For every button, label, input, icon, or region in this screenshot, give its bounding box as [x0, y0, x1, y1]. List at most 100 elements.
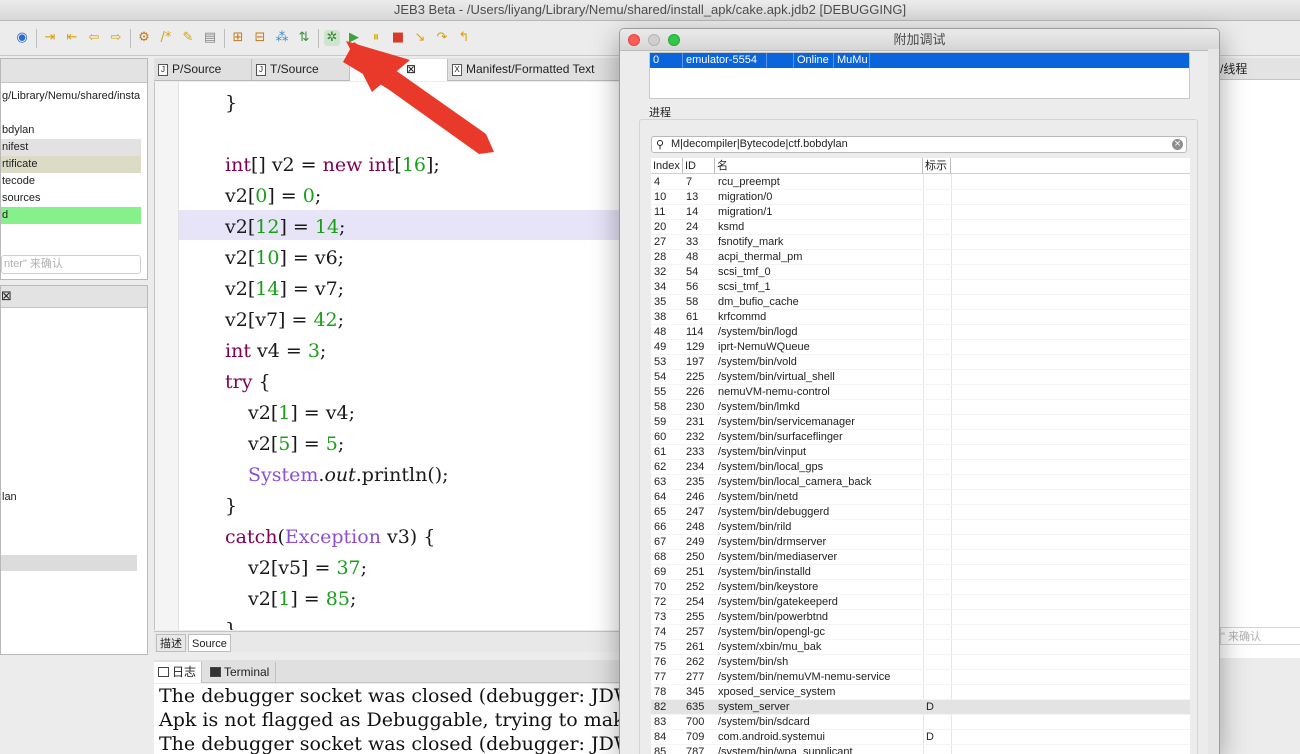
- zoom-window-button[interactable]: [668, 34, 680, 46]
- tree-item[interactable]: bdylan: [1, 122, 141, 139]
- tree-item[interactable]: lan: [1, 489, 141, 506]
- tab-log[interactable]: 日志: [154, 662, 202, 683]
- process-name: /system/bin/keystore: [718, 581, 819, 593]
- process-row[interactable]: 77 277/system/bin/nemuVM-nemu-service: [651, 670, 1190, 685]
- tab-source[interactable]: Source: [188, 634, 231, 652]
- process-row[interactable]: 20 24 ksmd: [651, 220, 1190, 235]
- selected-row[interactable]: [1, 555, 137, 571]
- stop-icon[interactable]: ■: [390, 30, 406, 46]
- process-row[interactable]: 35 58 dm_bufio_cache: [651, 295, 1190, 310]
- process-row[interactable]: 84 709 com.android.systemui D: [651, 730, 1190, 745]
- debug-bug-icon[interactable]: ✲: [324, 30, 340, 46]
- process-row[interactable]: 38 61 krfcommd: [651, 310, 1190, 325]
- process-row[interactable]: 34 56 scsi_tmf_1: [651, 280, 1190, 295]
- globe-icon[interactable]: ◉: [14, 30, 30, 46]
- threads-panel-header[interactable]: /线程: [1220, 58, 1300, 80]
- minimize-window-button[interactable]: [648, 34, 660, 46]
- process-row[interactable]: 61 233/system/bin/vinput: [651, 445, 1190, 460]
- process-id: 114: [686, 326, 704, 338]
- project-filter-input[interactable]: nter" 来确认: [1, 255, 141, 274]
- process-row[interactable]: 27 33 fsnotify_mark: [651, 235, 1190, 250]
- close-window-button[interactable]: [628, 34, 640, 46]
- sort-icon[interactable]: ⇅: [296, 30, 312, 46]
- tab-t-source[interactable]: J T/Source: [252, 59, 350, 81]
- process-row[interactable]: 11 14 migration/1: [651, 205, 1190, 220]
- process-row[interactable]: 75 261/system/xbin/mu_bak: [651, 640, 1190, 655]
- process-row[interactable]: 69 251/system/bin/installd: [651, 565, 1190, 580]
- step-into-icon[interactable]: ↘: [412, 30, 428, 46]
- process-row[interactable]: 58 230/system/bin/lmkd: [651, 400, 1190, 415]
- tab-source-active[interactable]: ource ⊠: [350, 59, 448, 81]
- clear-search-icon[interactable]: ×: [1172, 139, 1183, 150]
- process-row[interactable]: 67 249/system/bin/drmserver: [651, 535, 1190, 550]
- log-line: Apk is not flagged as Debuggable, trying…: [159, 709, 624, 731]
- tree-item[interactable]: d: [1, 207, 141, 224]
- process-row[interactable]: 62 234/system/bin/local_gps: [651, 460, 1190, 475]
- process-row[interactable]: 54 225/system/bin/virtual_shell: [651, 370, 1190, 385]
- process-row[interactable]: 28 48 acpi_thermal_pm: [651, 250, 1190, 265]
- process-row[interactable]: 72 254/system/bin/gatekeeperd: [651, 595, 1190, 610]
- process-row[interactable]: 48 114/system/bin/logd: [651, 325, 1190, 340]
- project-path[interactable]: g/Library/Nemu/shared/insta: [1, 88, 141, 105]
- step-return-icon[interactable]: ↰: [456, 30, 472, 46]
- process-row[interactable]: 82 635 system_server D: [651, 700, 1190, 715]
- export-icon[interactable]: ⇥: [42, 30, 58, 46]
- tree-item[interactable]: nifest: [1, 139, 141, 156]
- import-icon[interactable]: ⇤: [64, 30, 80, 46]
- run-icon[interactable]: ▶: [346, 30, 362, 46]
- process-row[interactable]: 32 54 scsi_tmf_0: [651, 265, 1190, 280]
- tree-item[interactable]: rtificate: [1, 156, 141, 173]
- process-row[interactable]: 60 232/system/bin/surfaceflinger: [651, 430, 1190, 445]
- threads-filter-input[interactable]: " 来确认: [1220, 627, 1300, 645]
- back-icon[interactable]: ⇦: [86, 30, 102, 46]
- process-row[interactable]: 76 262/system/bin/sh: [651, 655, 1190, 670]
- log-console[interactable]: The debugger socket was closed (debugger…: [154, 684, 624, 754]
- process-row[interactable]: 65 247/system/bin/debuggerd: [651, 505, 1190, 520]
- process-id: 255: [686, 611, 705, 623]
- process-row[interactable]: 55 226 nemuVM-nemu-control: [651, 385, 1190, 400]
- process-row[interactable]: 66 248/system/bin/rild: [651, 520, 1190, 535]
- process-row[interactable]: 4 7 rcu_preempt: [651, 175, 1190, 190]
- close-icon[interactable]: ⊠: [1, 289, 12, 304]
- grid-icon[interactable]: ⊞: [230, 30, 246, 46]
- dialog-scrollbar[interactable]: [1208, 49, 1219, 754]
- process-row[interactable]: 53 197/system/bin/vold: [651, 355, 1190, 370]
- step-over-icon[interactable]: ↷: [434, 30, 450, 46]
- tab-manifest[interactable]: X Manifest/Formatted Text: [448, 59, 624, 81]
- document-icon[interactable]: ▤: [202, 30, 218, 46]
- process-row[interactable]: 73 255/system/bin/powerbtnd: [651, 610, 1190, 625]
- process-row[interactable]: 68 250/system/bin/mediaserver: [651, 550, 1190, 565]
- graph-icon[interactable]: ⁂: [274, 30, 290, 46]
- pause-icon[interactable]: ⏸: [368, 30, 384, 46]
- process-row[interactable]: 10 13 migration/0: [651, 190, 1190, 205]
- process-row[interactable]: 83 700/system/bin/sdcard: [651, 715, 1190, 730]
- tab-description[interactable]: 描述: [156, 634, 186, 652]
- code-editor[interactable]: } int[] v2 = new int[16]; v2[0] = 0; v2[…: [154, 82, 624, 630]
- process-id: 230: [686, 401, 705, 413]
- column-header-index[interactable]: Index: [651, 158, 683, 174]
- comment-icon[interactable]: /*: [158, 30, 174, 46]
- process-row[interactable]: 64 246/system/bin/netd: [651, 490, 1190, 505]
- process-row[interactable]: 49 129 iprt-NemuWQueue: [651, 340, 1190, 355]
- process-search-input[interactable]: ⚲ M|decompiler|Bytecode|ctf.bobdylan ×: [651, 136, 1187, 153]
- structure-icon[interactable]: ⊟: [252, 30, 268, 46]
- tree-item[interactable]: tecode: [1, 173, 141, 190]
- tab-terminal[interactable]: Terminal: [206, 662, 276, 683]
- process-row[interactable]: 70 252/system/bin/keystore: [651, 580, 1190, 595]
- pencil-icon[interactable]: ✎: [180, 30, 196, 46]
- forward-icon[interactable]: ⇨: [108, 30, 124, 46]
- process-row[interactable]: 85 787/system/bin/wpa_supplicant: [651, 745, 1190, 754]
- attach-debugger-dialog: 附加调试 0 emulator-5554 Online MuMu 进程 ⚲ M|…: [619, 28, 1220, 754]
- close-icon[interactable]: ⊠: [406, 62, 416, 76]
- process-row[interactable]: 78 345 xposed_service_system: [651, 685, 1190, 700]
- process-row[interactable]: 74 257/system/bin/opengl-gc: [651, 625, 1190, 640]
- process-row[interactable]: 63 235/system/bin/local_camera_back: [651, 475, 1190, 490]
- tree-item[interactable]: sources: [1, 190, 141, 207]
- settings-icon[interactable]: ⚙: [136, 30, 152, 46]
- column-header-flag[interactable]: 标示: [923, 158, 951, 174]
- column-header-id[interactable]: ID: [683, 158, 715, 174]
- device-row-selected[interactable]: 0 emulator-5554 Online MuMu: [650, 53, 1189, 68]
- column-header-name[interactable]: 名: [715, 158, 923, 174]
- tab-p-source[interactable]: J P/Source: [154, 59, 252, 81]
- process-row[interactable]: 59 231/system/bin/servicemanager: [651, 415, 1190, 430]
